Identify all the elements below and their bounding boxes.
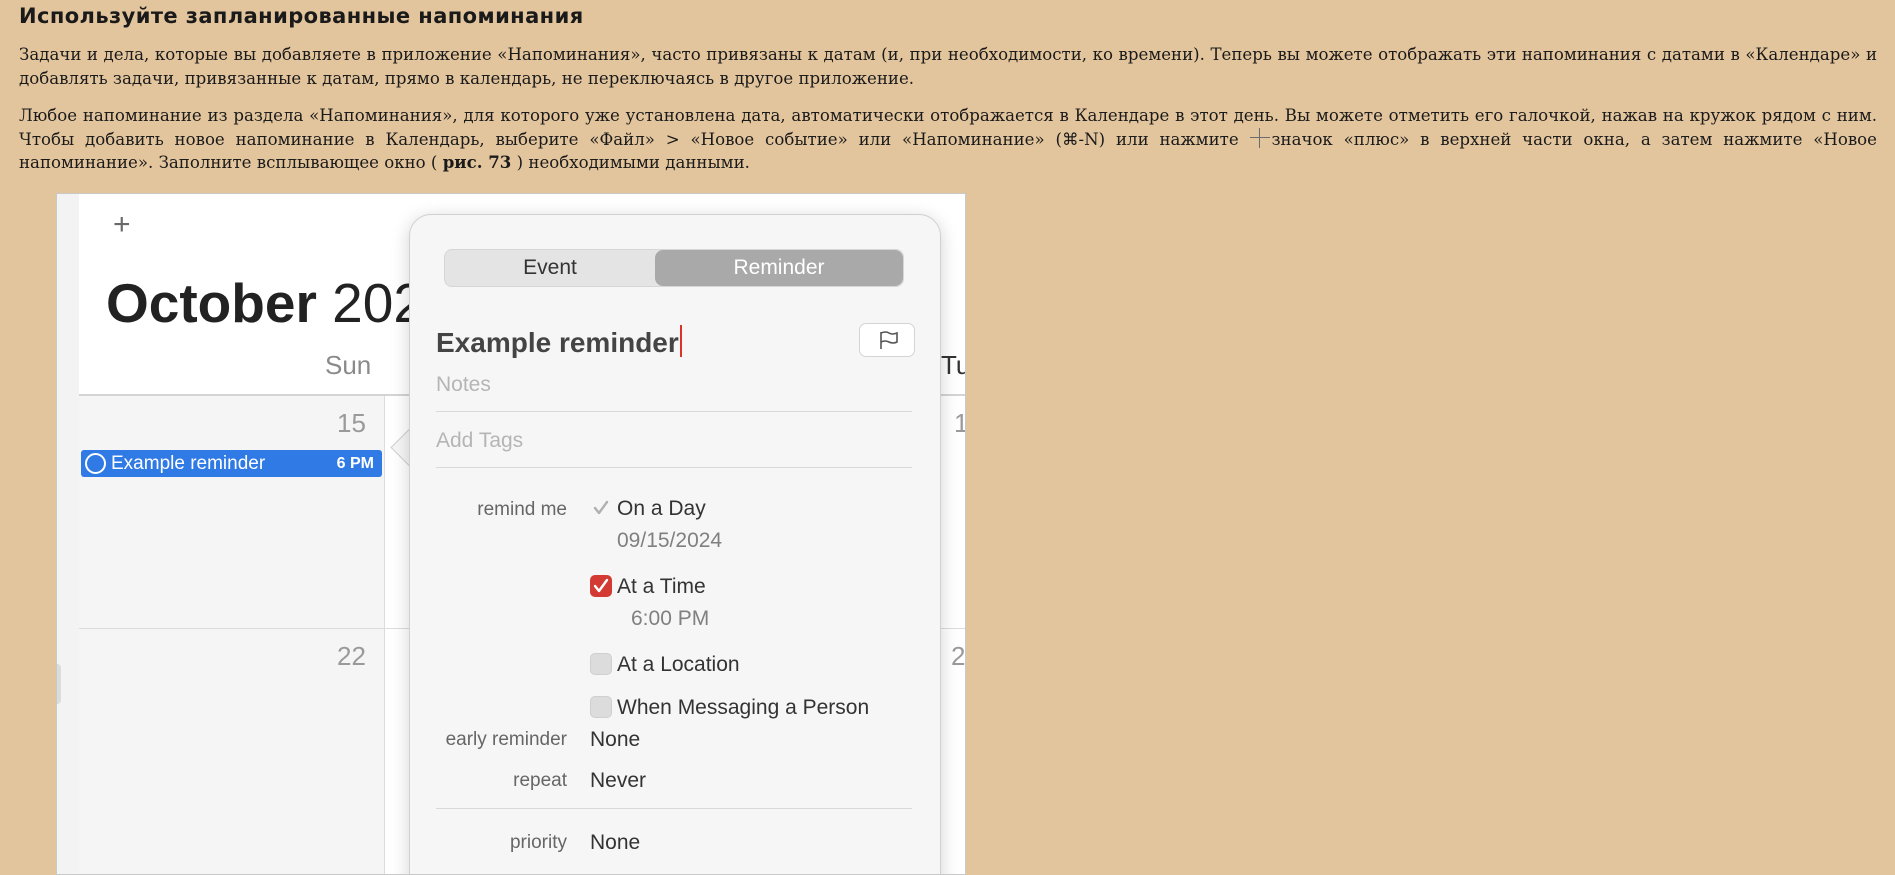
paragraph-part-3: ) необходимыми данными. (511, 153, 750, 172)
reminder-title-input[interactable]: Example reminder (436, 325, 682, 359)
weekday-tuesday: Tu (941, 350, 965, 380)
at-a-time-label: At a Time (617, 575, 706, 598)
priority-label: priority (509, 832, 567, 853)
tags-field[interactable]: Add Tags (436, 429, 523, 453)
month-name: October (106, 272, 317, 334)
tab-reminder[interactable]: Reminder (655, 250, 903, 286)
sidebar-drag-handle[interactable] (57, 664, 61, 704)
repeat-select[interactable]: Never (590, 769, 646, 793)
reminder-title-text: Example reminder (436, 327, 679, 358)
reminder-event-chip[interactable]: Example reminder 6 PM (81, 450, 382, 477)
divider (436, 411, 912, 412)
time-value[interactable]: 6:00 PM (631, 607, 709, 631)
day-column-divider (384, 396, 385, 874)
when-messaging-label: When Messaging a Person (617, 696, 870, 719)
flag-icon (880, 331, 898, 349)
reminder-circle-icon[interactable] (85, 453, 106, 474)
window-left-edge (57, 194, 79, 874)
at-a-time-checkbox[interactable] (590, 575, 612, 597)
notes-field[interactable]: Notes (436, 373, 491, 397)
paragraph-instructions: Любое напоминание из раздела «Напоминани… (19, 104, 1877, 175)
priority-select[interactable]: None (590, 831, 640, 855)
early-reminder-select[interactable]: None (590, 728, 640, 752)
on-a-day-checkbox[interactable] (590, 497, 612, 519)
day-number-partial: 1 (954, 408, 965, 439)
paragraph-intro: Задачи и дела, которые вы добавляете в п… (19, 45, 1877, 88)
section-heading: Используйте запланированные напоминания (19, 4, 584, 28)
when-messaging-checkbox[interactable] (590, 696, 612, 718)
day-number-22: 22 (337, 641, 366, 671)
checkmark-icon (593, 500, 609, 515)
event-time: 6 PM (336, 455, 374, 472)
tab-event[interactable]: Event (445, 250, 655, 286)
remind-me-label: remind me (477, 499, 567, 520)
inline-plus-icon (1249, 127, 1271, 148)
event-reminder-segmented-control: Event Reminder (444, 249, 904, 287)
month-title: October 202 (106, 272, 424, 334)
at-a-location-checkbox[interactable] (590, 653, 612, 675)
weekday-sunday: Sun (325, 350, 372, 380)
day-number-15: 15 (337, 408, 366, 438)
checkmark-icon (593, 578, 609, 593)
flag-button[interactable] (859, 323, 915, 357)
figure-reference[interactable]: рис. 73 (443, 152, 512, 172)
divider (436, 808, 912, 809)
day-number-partial: 2 (951, 641, 966, 671)
reminder-popover: Event Reminder Example reminder Notes Ad… (409, 214, 941, 874)
early-reminder-label: early reminder (445, 729, 567, 750)
date-value[interactable]: 09/15/2024 (617, 529, 722, 553)
at-a-location-label: At a Location (617, 653, 740, 676)
add-event-plus-icon[interactable]: + (113, 210, 131, 240)
text-caret (679, 325, 682, 357)
on-a-day-label: On a Day (617, 497, 706, 520)
event-title: Example reminder (111, 453, 266, 474)
calendar-screenshot-figure: + October 202 Sun Tu 15 22 1 2 Example r… (56, 193, 966, 875)
divider (436, 467, 912, 468)
repeat-label: repeat (513, 770, 567, 791)
